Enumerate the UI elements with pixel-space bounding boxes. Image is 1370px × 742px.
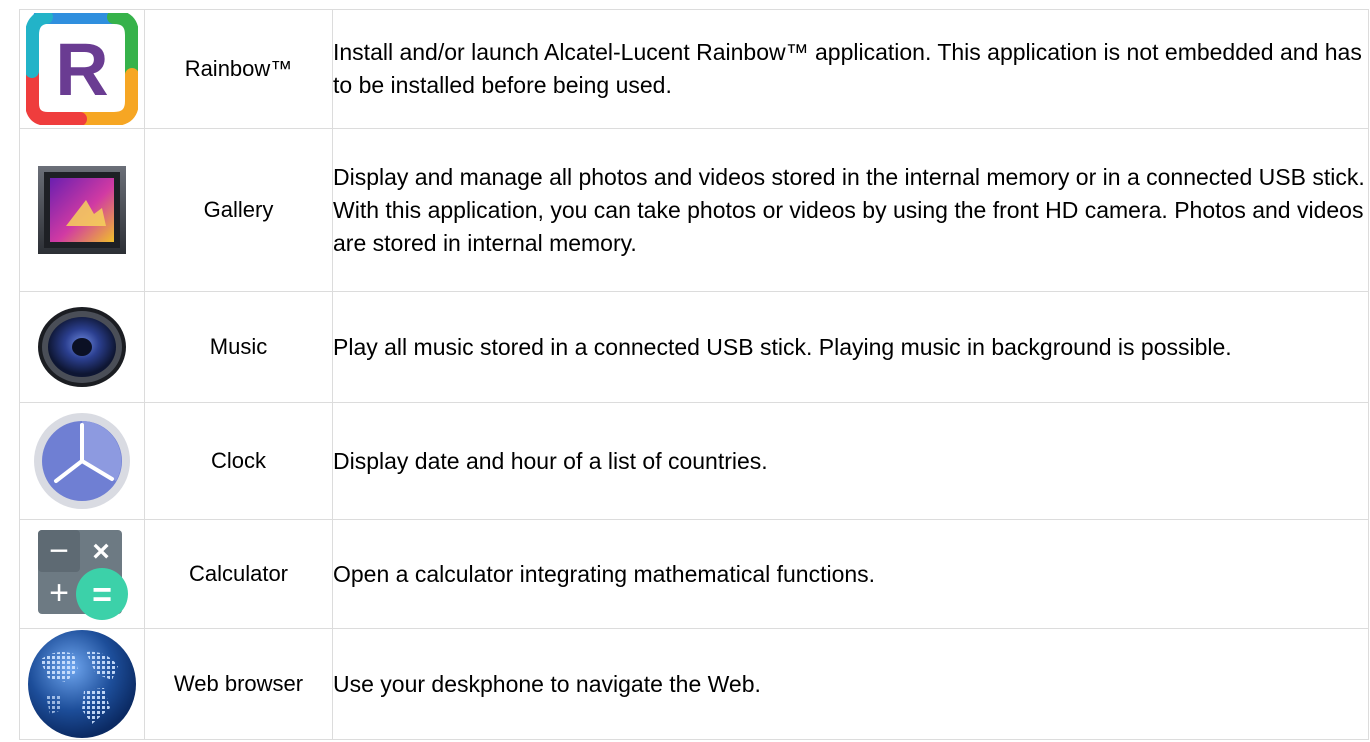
applications-table: R Rainbow™ Install and/or launch Alcatel… (19, 9, 1369, 740)
icon-cell: − × + = (19, 519, 145, 629)
icon-cell (19, 128, 145, 292)
icon-cell: R (19, 9, 145, 129)
table-row: Music Play all music stored in a connect… (19, 291, 1369, 403)
gallery-icon (38, 166, 126, 254)
calculator-icon: − × + = (38, 530, 128, 620)
app-description: Use your deskphone to navigate the Web. (332, 628, 1369, 740)
rainbow-icon: R (26, 13, 138, 125)
icon-cell (19, 628, 145, 740)
table-row: Gallery Display and manage all photos an… (19, 128, 1369, 292)
app-name: Calculator (144, 519, 333, 629)
app-name: Clock (144, 402, 333, 520)
app-name: Gallery (144, 128, 333, 292)
app-name: Web browser (144, 628, 333, 740)
app-name: Music (144, 291, 333, 403)
rainbow-letter: R (55, 28, 108, 111)
app-description: Install and/or launch Alcatel-Lucent Rai… (332, 9, 1369, 129)
icon-cell (19, 291, 145, 403)
speaker-icon (38, 307, 126, 387)
app-description: Display date and hour of a list of count… (332, 402, 1369, 520)
app-description: Play all music stored in a connected USB… (332, 291, 1369, 403)
clock-icon (34, 413, 130, 509)
icon-cell (19, 402, 145, 520)
globe-icon (28, 630, 136, 738)
equals-glyph: = (92, 576, 112, 614)
app-description: Open a calculator integrating mathematic… (332, 519, 1369, 629)
table-row: Clock Display date and hour of a list of… (19, 402, 1369, 520)
minus-glyph: − (49, 532, 69, 570)
table-row: R Rainbow™ Install and/or launch Alcatel… (19, 9, 1369, 129)
times-glyph: × (92, 535, 110, 568)
table-row: − × + = Calculator Open a calculator int… (19, 519, 1369, 629)
plus-glyph: + (49, 574, 69, 612)
table-row: Web browser Use your deskphone to naviga… (19, 628, 1369, 740)
app-description: Display and manage all photos and videos… (332, 128, 1369, 292)
app-name: Rainbow™ (144, 9, 333, 129)
